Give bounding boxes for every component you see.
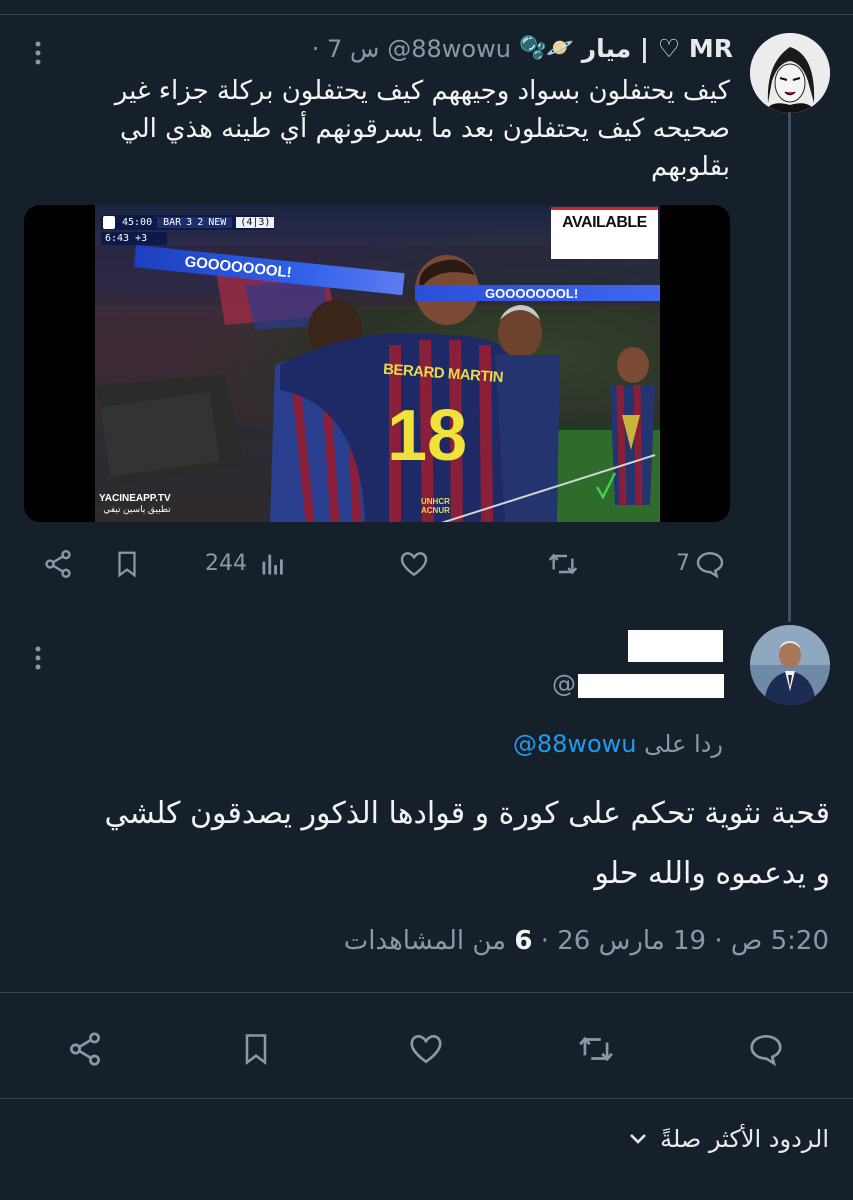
reply-handle-prefix: @ [552,670,576,698]
tweet-text: كيف يحتفلون بسواد وجيههم كيف يحتفلون برك… [60,72,730,186]
sort-replies-dropdown[interactable]: الردود الأكثر صلةً [628,1125,829,1153]
scoreboard: 45:00 BAR 3 2 NEW (4|3) 6:43 +3 [101,215,275,245]
goal-banner-right: GOOOOOOOL! [415,285,660,301]
share-icon[interactable] [66,1030,104,1072]
video-watermark: YACINEAPP.TV تطبيق ياسين تيفي [99,493,171,515]
reply-views-count: 6 [514,926,533,956]
away-score: 2 [197,217,204,228]
available-label: AVAILABLE [562,214,647,231]
replying-to-label: ردا على [644,730,723,758]
retweet-icon[interactable] [576,1030,616,1072]
thread-connector-line [788,112,791,622]
replying-to-handle[interactable]: @88wowu [513,730,637,758]
available-badge: AVAILABLE [551,207,658,259]
name-emojis: 🫧🪐 [518,36,574,61]
watermark-arabic: تطبيق ياسين تيفي [103,504,171,514]
meta-divider [0,992,853,993]
actions-divider [0,1098,853,1099]
sponsor-logo: UNHCR ACNUR [421,497,450,515]
tweet-text-line: كيف يحتفلون بسواد وجيههم كيف يحتفلون برك… [114,76,730,106]
top-divider [0,14,853,15]
author-avatar[interactable] [750,33,830,113]
reply-author-avatar[interactable] [750,625,830,705]
shirt-number: 18 [387,396,468,476]
tweet-time[interactable]: · 7 س [312,35,379,63]
tweet-text-line: بقلوبهم [651,152,730,182]
watermark-url: YACINEAPP.TV [99,493,171,504]
replying-to: ردا على @88wowu [513,730,723,758]
tweet-video[interactable]: 45:00 BAR 3 2 NEW (4|3) 6:43 +3 AVAILABL… [24,205,730,522]
aggregate-score: (4|3) [236,217,275,228]
more-options-icon[interactable] [30,40,46,66]
reply-text: قحبة نثوية تحكم على كورة و قوادها الذكور… [30,784,830,904]
bookmark-icon[interactable] [238,1030,274,1072]
redacted-handle [578,674,724,698]
tweet-header: · 7 س @88wowu 🫧🪐 MR ♡ | ميار [312,34,733,63]
like-icon[interactable] [407,1030,445,1072]
like-icon[interactable] [398,548,430,584]
away-team: NEW [208,217,227,228]
tweet-action-bar: 244 7 [0,548,853,584]
share-icon[interactable] [42,548,74,584]
sort-replies-label: الردود الأكثر صلةً [660,1125,829,1153]
views-count[interactable]: 244 [205,551,247,576]
reply-views-label: من المشاهدات [343,926,507,956]
added-time: +3 [135,233,148,244]
reply-text-line: و يدعموه والله حلو [594,856,830,891]
bookmark-icon[interactable] [112,548,142,584]
reply-icon[interactable] [694,548,726,584]
stoppage-clock: 6:43 [105,233,130,244]
competition-logo [103,216,115,229]
match-clock: 45:00 [122,217,153,228]
views-icon[interactable] [258,550,288,582]
reply-meta: 5:20 ص · 19 مارس 26 · 6 من المشاهدات [344,926,829,956]
redacted-display-name [628,630,723,662]
reply-more-options-icon[interactable] [30,645,46,671]
reply-icon[interactable] [747,1030,785,1072]
video-frame: 45:00 BAR 3 2 NEW (4|3) 6:43 +3 AVAILABL… [95,205,660,522]
retweet-icon[interactable] [546,548,580,584]
goal-banner-right-text: GOOOOOOOL! [485,285,579,301]
reply-timestamp[interactable]: 5:20 ص · 19 مارس 26 · [541,926,829,956]
reply-text-line: قحبة نثوية تحكم على كورة و قوادها الذكور… [104,796,830,831]
tweet-text-line: صحيحه كيف يحتفلون بعد ما يسرقونهم أي طين… [120,114,730,144]
replies-count[interactable]: 7 [676,551,690,576]
home-score: 3 [186,217,193,228]
home-team: BAR [163,217,182,228]
reply-action-bar [0,1028,853,1068]
author-display-name[interactable]: MR ♡ | ميار [582,34,733,63]
author-handle[interactable]: @88wowu [387,35,511,63]
chevron-down-icon [628,1132,648,1146]
